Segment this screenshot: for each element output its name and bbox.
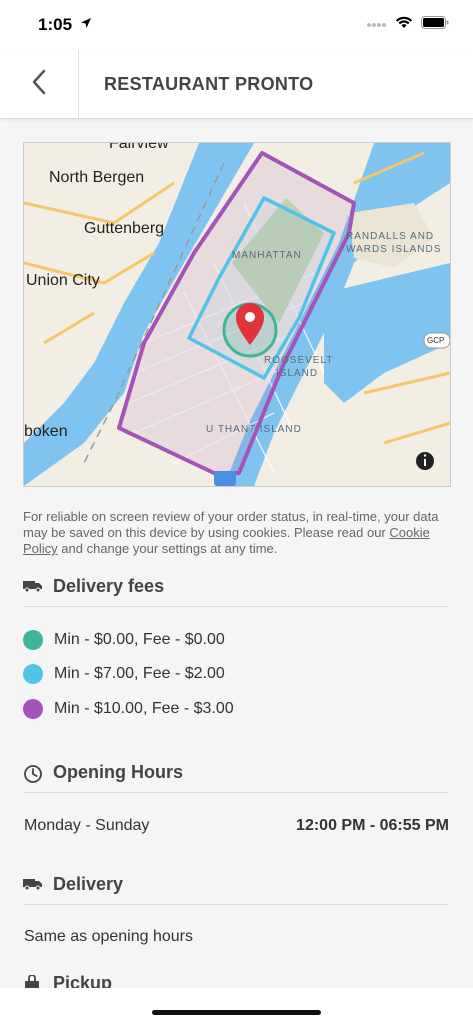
map-label: Guttenberg [84,220,165,237]
location-arrow-icon [80,16,92,34]
map-label: ISLAND [276,368,319,379]
map-label: ROOSEVELT [264,355,334,366]
back-button[interactable] [0,50,79,118]
opening-hours-header: Opening Hours [23,762,449,793]
cookie-text: For reliable on screen review of your or… [23,509,439,540]
list-item: Min - $0.00, Fee - $0.00 [23,628,225,652]
truck-icon [23,578,43,599]
zone-color-dot [23,699,43,719]
home-indicator[interactable] [152,1010,321,1015]
map-label: North Bergen [49,169,145,186]
bottom-safe-area [0,988,473,1024]
clock-icon [23,764,43,789]
cookie-text-end: and change your settings at any time. [57,541,278,556]
list-item: Min - $10.00, Fee - $3.00 [23,697,234,721]
section-title: Opening Hours [53,762,183,782]
map-label: WARDS ISLANDS [346,244,442,255]
section-title: Delivery [53,874,124,894]
delivery-fees-header: Delivery fees [23,576,449,607]
wifi-icon [395,16,413,34]
status-time: 1:05 [38,15,73,34]
road-badge: GCP [427,336,445,345]
header: RESTAURANT PRONTO [0,50,473,119]
delivery-zone-map[interactable]: Fairview North Bergen Guttenberg Union C… [23,142,451,487]
delivery-header: Delivery [23,874,449,905]
zone-color-dot [23,664,43,684]
hours-day: Monday - Sunday [24,817,150,834]
section-title: Delivery fees [53,576,165,596]
map-label: MANHATTAN [232,250,302,261]
hours-time: 12:00 PM - 06:55 PM [296,817,449,834]
chevron-left-icon [32,69,46,100]
page-title: RESTAURANT PRONTO [104,74,314,94]
fee-label: Min - $7.00, Fee - $2.00 [54,665,225,682]
zone-color-dot [23,630,43,650]
map-label: RANDALLS AND [346,231,435,242]
fee-label: Min - $0.00, Fee - $0.00 [54,631,225,648]
battery-icon [421,16,449,34]
map-label: boken [24,423,68,440]
list-item: Min - $7.00, Fee - $2.00 [23,662,225,686]
truck-icon [23,876,43,897]
cookie-notice: For reliable on screen review of your or… [23,509,449,557]
map-label: Union City [26,272,100,289]
map-label: U THANT ISLAND [206,424,302,435]
status-bar: 1:05 [0,0,473,50]
fee-label: Min - $10.00, Fee - $3.00 [54,700,234,717]
map-label: Fairview [109,142,169,152]
signal-icon [367,16,387,34]
delivery-hours-text: Same as opening hours [24,928,193,945]
